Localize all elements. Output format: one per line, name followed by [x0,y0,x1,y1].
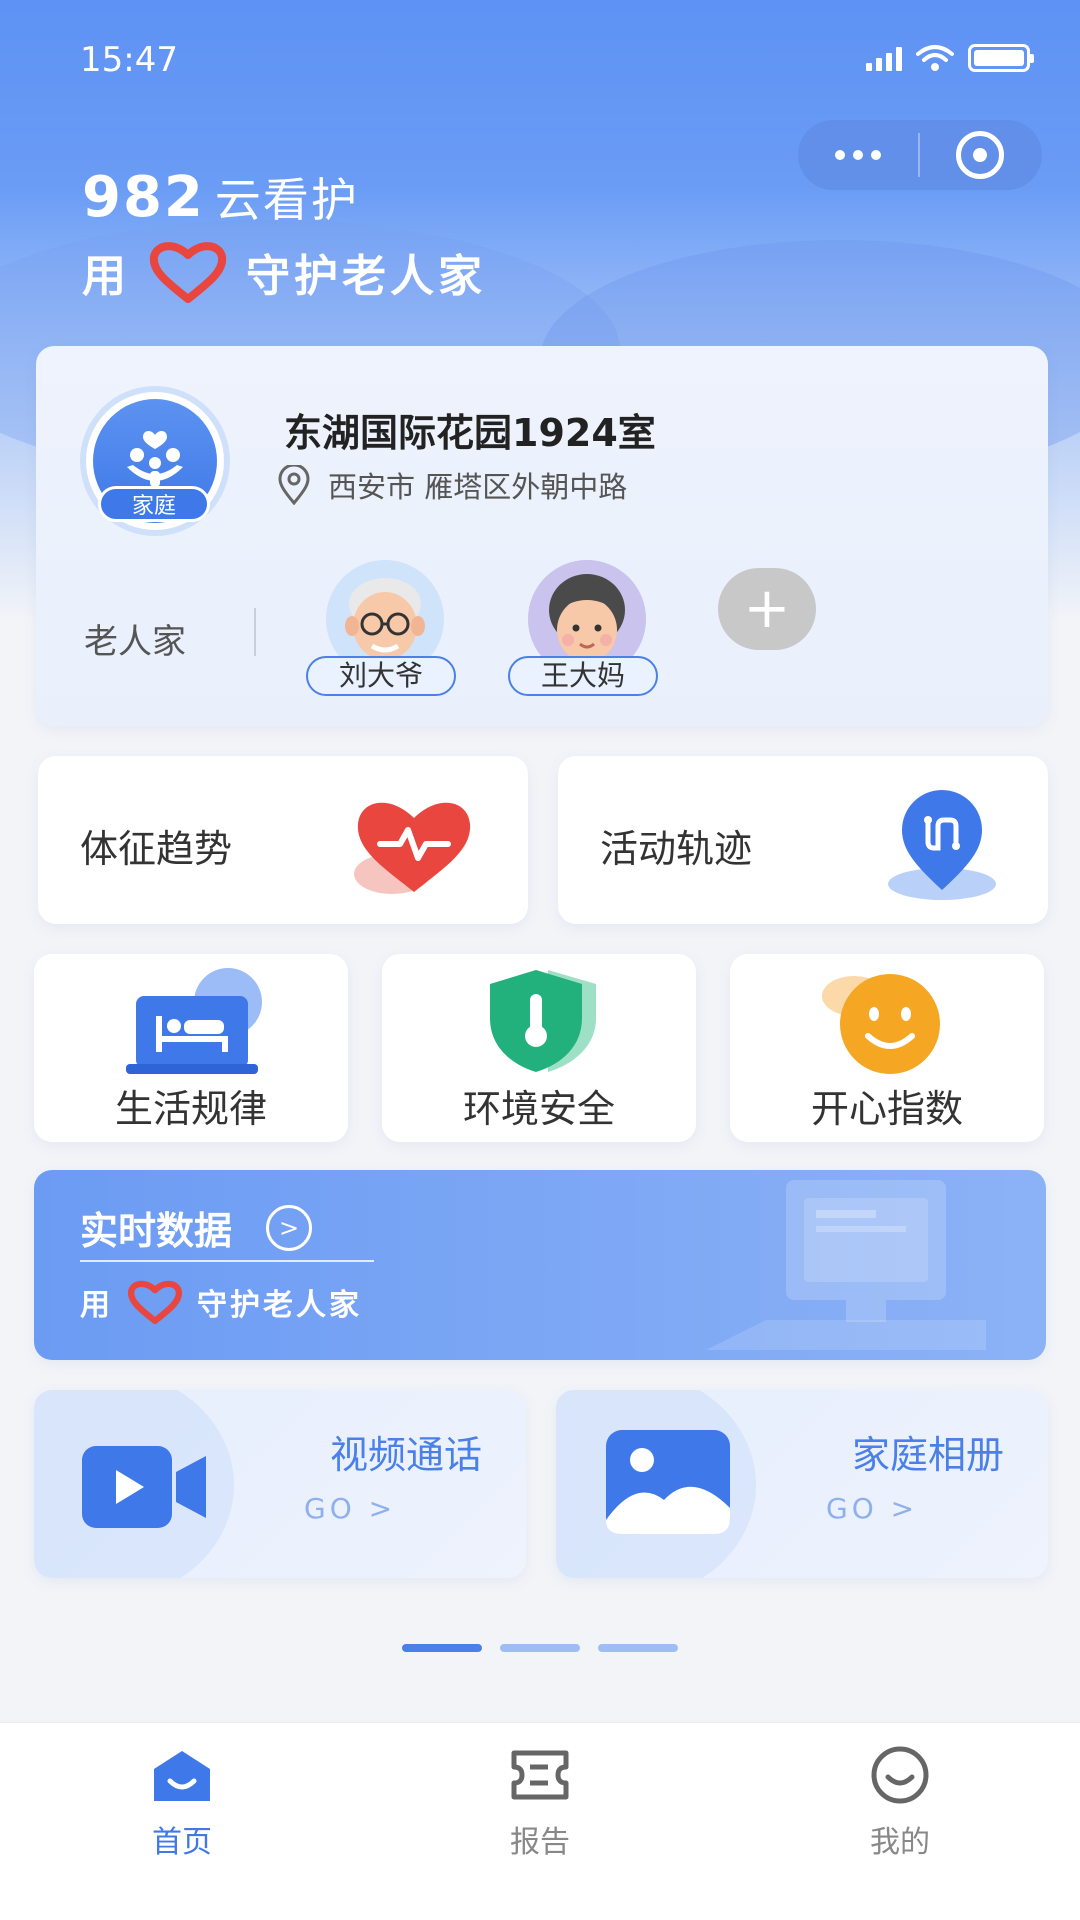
brand-number: 982 [82,165,205,230]
arrow-right-icon[interactable]: > [266,1204,313,1251]
video-call-card[interactable]: 视频通话 GO > [34,1390,526,1578]
go-link[interactable]: GO > [304,1492,396,1525]
tab-label: 我的 [870,1825,930,1860]
divider [254,608,256,656]
smile-icon [822,974,940,1074]
tile-label: 生活规律 [114,1087,267,1131]
tile-label: 活动轨迹 [600,827,753,871]
add-elder-button[interactable]: + [718,568,816,650]
slogan-prefix: 用 [82,251,130,302]
happiness-index-tile[interactable]: 开心指数 [730,954,1044,1142]
more-icon[interactable] [798,150,918,160]
carousel-indicator [402,1644,678,1652]
divider [80,1260,374,1262]
bed-icon [126,968,262,1074]
elders-label: 老人家 [84,622,186,662]
location-pin-icon [278,465,310,505]
vital-trends-tile[interactable]: 体征趋势 [38,756,528,924]
battery-icon [968,44,1034,72]
tile-label: 体征趋势 [80,827,233,871]
feature-title: 家庭相册 [851,1433,1004,1477]
family-album-card[interactable]: 家庭相册 GO > [556,1390,1048,1578]
heart-outline-icon [128,1280,182,1324]
home-icon [154,1751,210,1801]
close-target-icon[interactable] [920,131,1040,179]
life-routine-tile[interactable]: 生活规律 [34,954,348,1142]
family-card[interactable]: 家庭 东湖国际花园1924室 西安市 雁塔区外朝中路 老人家 刘大爷 王大妈 + [36,346,1048,726]
banner-title: 实时数据 > [80,1200,313,1255]
computer-illustration [706,1180,986,1350]
family-tag: 家庭 [98,486,210,522]
status-time: 15:47 [80,40,178,80]
carousel-dot[interactable] [500,1644,580,1652]
brand-name: 云看护 [214,173,359,227]
slogan-suffix: 守护老人家 [197,1288,362,1323]
elder-name: 王大妈 [508,656,658,696]
tab-mine[interactable]: 我的 [800,1745,1000,1861]
slogan-prefix: 用 [80,1288,113,1323]
bottom-tab-bar: 首页 报告 我的 [0,1722,1080,1920]
elder-name: 刘大爷 [306,656,456,696]
status-icons [866,44,1034,72]
elder-item[interactable]: 刘大爷 [306,560,456,696]
realtime-data-banner[interactable]: 实时数据 > 用 守护老人家 [34,1170,1046,1360]
smile-face-icon [871,1746,929,1804]
app-brand: 982 云看护 [82,164,359,230]
feature-title: 视频通话 [329,1433,482,1477]
tab-home[interactable]: 首页 [82,1745,282,1861]
carousel-dot[interactable] [402,1644,482,1652]
ticket-icon [511,1750,569,1800]
video-camera-icon [82,1446,206,1528]
slogan-suffix: 守护老人家 [246,251,486,302]
tab-label: 首页 [152,1825,212,1860]
photo-album-icon [606,1430,730,1534]
carousel-dot[interactable] [598,1644,678,1652]
wifi-icon [916,45,954,71]
heart-outline-icon [149,242,227,303]
environment-safety-tile[interactable]: 环境安全 [382,954,696,1142]
go-link[interactable]: GO > [826,1492,918,1525]
banner-slogan: 用 守护老人家 [80,1280,362,1324]
tile-label: 开心指数 [810,1087,963,1131]
tab-report[interactable]: 报告 [440,1745,640,1861]
banner-title-text: 实时数据 [80,1209,233,1253]
address-text: 西安市 雁塔区外朝中路 [328,470,628,504]
family-address: 西安市 雁塔区外朝中路 [276,464,627,506]
heart-pulse-icon [354,802,471,894]
tab-label: 报告 [510,1825,570,1860]
location-track-icon [888,790,996,900]
mini-program-capsule [798,120,1042,190]
tile-label: 环境安全 [462,1087,615,1131]
shield-thermometer-icon [490,970,596,1072]
signal-icon [866,45,902,71]
header-slogan: 用 守护老人家 [82,240,486,304]
family-name: 东湖国际花园1924室 [284,411,656,455]
elder-item[interactable]: 王大妈 [508,560,658,696]
activity-track-tile[interactable]: 活动轨迹 [558,756,1048,924]
